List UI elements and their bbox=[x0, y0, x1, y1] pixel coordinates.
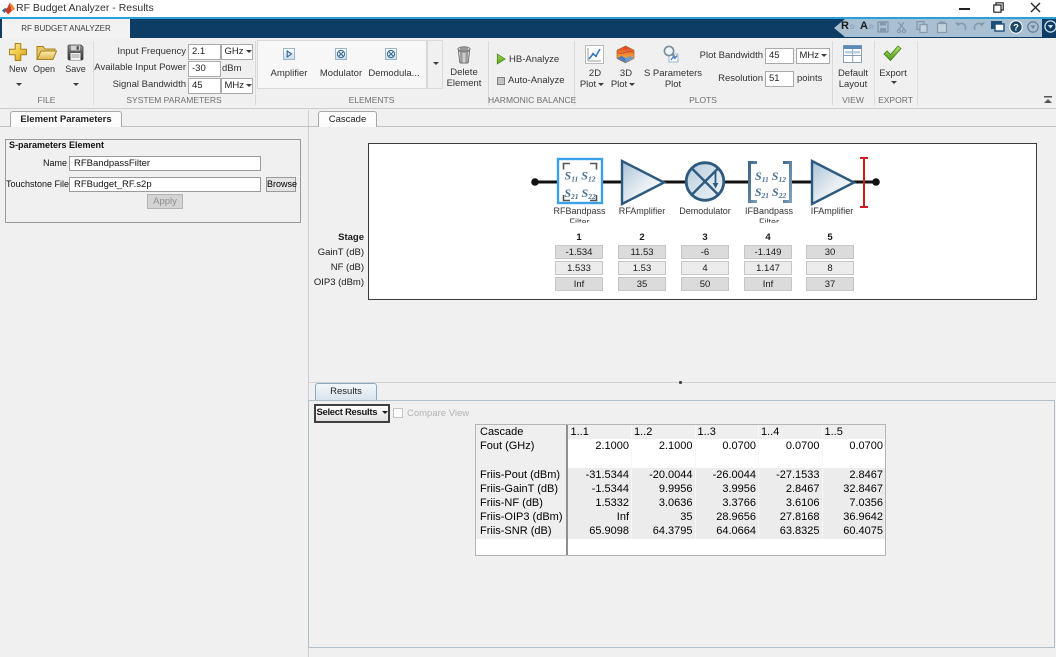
svg-text:?: ? bbox=[1013, 22, 1019, 33]
svg-text:IFBandpass: IFBandpass bbox=[745, 206, 794, 216]
svg-text:Demodulator: Demodulator bbox=[679, 206, 731, 216]
svg-text:RFBandpass: RFBandpass bbox=[553, 206, 606, 216]
svg-text:IFAmplifier: IFAmplifier bbox=[811, 206, 854, 216]
svg-text:RFAmplifier: RFAmplifier bbox=[619, 206, 666, 216]
svg-text:S21 S22: S21 S22 bbox=[755, 185, 787, 200]
svg-text:S11 S12: S11 S12 bbox=[755, 169, 786, 184]
